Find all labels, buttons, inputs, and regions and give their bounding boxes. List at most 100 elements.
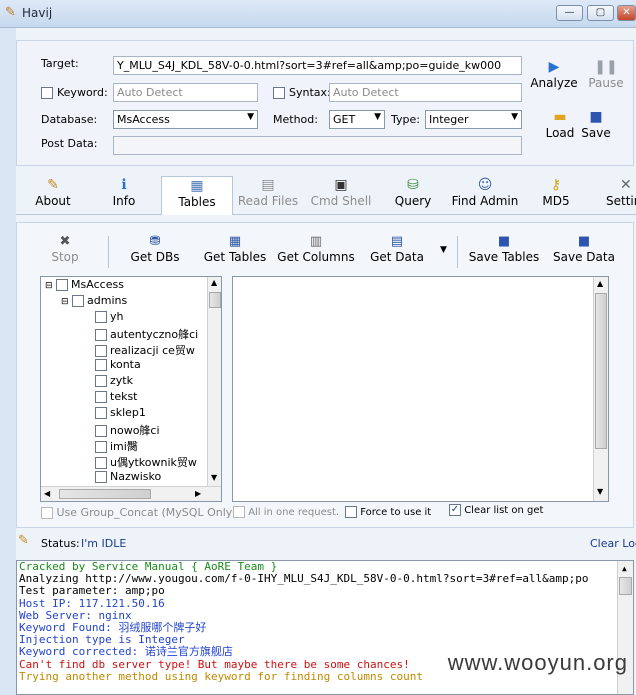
tree-column-item[interactable]: nowo艂ci xyxy=(95,422,160,438)
target-input[interactable]: Y_MLU_S4J_KDL_58V-0-0.html?sort=3#ref=al… xyxy=(113,56,522,75)
tab-read-files[interactable]: ▤ Read Files xyxy=(236,176,300,214)
save-data-button[interactable]: ■ Save Data xyxy=(552,233,616,269)
database-label: Database: xyxy=(41,113,98,126)
scroll-thumb[interactable] xyxy=(209,292,221,308)
chevron-down-icon: ▼ xyxy=(247,112,254,122)
tab-settings[interactable]: ✕Settin xyxy=(600,176,636,214)
get-columns-button[interactable]: ▥ Get Columns xyxy=(277,233,355,269)
tree-hscroll[interactable]: ◀ ▶ xyxy=(41,486,221,501)
tree-column-item[interactable]: u偶ytkownik贸w xyxy=(95,454,197,470)
load-button[interactable]: ▬ Load xyxy=(540,108,580,140)
scroll-up-icon[interactable]: ▲ xyxy=(622,563,627,575)
tree-column-item[interactable]: tekst xyxy=(95,390,138,406)
tab-md5[interactable]: ⚷ MD5 xyxy=(536,176,576,214)
save-button[interactable]: ■ Save xyxy=(580,108,612,140)
users-icon: ☺ xyxy=(477,177,493,193)
tree-checkbox[interactable] xyxy=(95,311,107,323)
clear-list-checkbox[interactable]: ✓ xyxy=(449,504,461,516)
syntax-input[interactable]: Auto Detect xyxy=(329,83,522,102)
toolbar-separator xyxy=(457,236,458,268)
get-dbs-button[interactable]: ⛃ Get DBs xyxy=(126,233,184,269)
tree-vscroll[interactable]: ▲ ▼ xyxy=(207,277,221,486)
group-concat-checkbox[interactable] xyxy=(41,507,53,519)
clear-log-link[interactable]: Clear Log xyxy=(590,537,636,550)
tables-tree[interactable]: ⊟ MsAccess ⊟ admins yh autentyczno艂ci real… xyxy=(40,276,222,502)
keyword-input[interactable]: Auto Detect xyxy=(113,83,258,102)
analyze-button[interactable]: ▶ Analyze xyxy=(530,58,578,90)
grid-vscroll[interactable]: ▲ ▼ xyxy=(593,277,608,501)
one-request-checkbox[interactable] xyxy=(233,506,245,518)
tree-column-item[interactable]: imi臋 xyxy=(95,438,138,454)
tree-checkbox[interactable] xyxy=(95,441,107,453)
minimize-button[interactable]: — xyxy=(556,5,583,21)
scroll-down-icon[interactable]: ▼ xyxy=(597,487,603,496)
get-tables-button[interactable]: ▦ Get Tables xyxy=(202,233,268,269)
tree-checkbox[interactable] xyxy=(95,457,107,469)
tree-column-item[interactable]: yh xyxy=(95,310,123,326)
force-option[interactable]: Force to use it xyxy=(345,506,431,518)
save-tables-button[interactable]: ■ Save Tables xyxy=(466,233,542,269)
tree-column-item[interactable]: Nazwisko xyxy=(95,470,161,486)
scroll-thumb[interactable] xyxy=(595,293,607,449)
tree-table-node[interactable]: ⊟ admins xyxy=(61,294,127,310)
clear-list-option[interactable]: ✓ Clear list on get xyxy=(449,504,543,516)
floppy-icon: ■ xyxy=(497,234,511,249)
maximize-button[interactable]: ▢ xyxy=(587,5,614,21)
tree-column-item[interactable]: sklep1 xyxy=(95,406,146,422)
tab-cmd-shell[interactable]: ▣ Cmd Shell xyxy=(309,176,373,214)
tree-checkbox[interactable] xyxy=(56,279,69,291)
group-concat-option[interactable]: Use Group_Concat (MySQL Only) xyxy=(41,506,237,519)
tree-column-label: imi臋 xyxy=(110,440,138,453)
pause-button[interactable]: ❚❚ Pause xyxy=(584,58,628,90)
get-data-button[interactable]: ▤ Get Data xyxy=(368,233,426,269)
tree-column-label: nowo艂ci xyxy=(110,424,160,437)
chevron-down-icon: ▼ xyxy=(374,112,381,122)
scroll-up-icon[interactable]: ▲ xyxy=(211,278,217,287)
scroll-up-icon[interactable]: ▲ xyxy=(597,279,603,288)
tree-checkbox[interactable] xyxy=(95,471,107,483)
one-request-option[interactable]: All in one request. xyxy=(233,506,339,518)
scroll-right-icon[interactable]: ▶ xyxy=(195,489,201,498)
tree-checkbox[interactable] xyxy=(95,375,107,387)
tree-checkbox[interactable] xyxy=(72,295,85,307)
tab-info[interactable]: ℹ Info xyxy=(104,176,144,214)
tree-column-item[interactable]: realizacji ce贸w xyxy=(95,342,195,358)
tree-column-item[interactable]: konta xyxy=(95,358,141,374)
tab-query[interactable]: ⛁ Query xyxy=(390,176,436,214)
scroll-thumb[interactable] xyxy=(619,577,632,595)
stop-button[interactable]: ✖ Stop xyxy=(46,233,84,269)
scroll-left-icon[interactable]: ◀ xyxy=(44,489,50,498)
tab-about[interactable]: ✎ About xyxy=(28,176,78,214)
window-title: Havij xyxy=(22,6,53,20)
keyword-checkbox[interactable] xyxy=(41,87,53,99)
force-checkbox[interactable] xyxy=(345,506,357,518)
tree-column-label: sklep1 xyxy=(110,406,146,419)
stop-icon: ✖ xyxy=(59,234,71,249)
log-line: Host IP: 117.121.50.16 xyxy=(19,596,165,610)
tree-checkbox[interactable] xyxy=(95,359,107,371)
folder-icon: ▬ xyxy=(553,109,567,125)
tree-column-label: zytk xyxy=(110,374,133,387)
tab-tables[interactable]: ▦ Tables xyxy=(161,176,233,215)
tree-checkbox[interactable] xyxy=(95,329,107,341)
close-icon: ✕ xyxy=(622,7,631,18)
tree-checkbox[interactable] xyxy=(95,391,107,403)
tree-checkbox[interactable] xyxy=(95,407,107,419)
data-grid[interactable]: ▲ ▼ xyxy=(232,276,609,502)
method-select[interactable]: GET ▼ xyxy=(329,110,385,129)
type-select[interactable]: Integer ▼ xyxy=(425,110,522,129)
tree-column-item[interactable]: autentyczno艂ci xyxy=(95,326,198,342)
scroll-thumb[interactable] xyxy=(59,489,151,499)
scroll-down-icon[interactable]: ▼ xyxy=(211,473,217,482)
info-icon: ℹ xyxy=(121,177,127,193)
tab-find-admin[interactable]: ☺ Find Admin xyxy=(448,176,522,214)
tree-checkbox[interactable] xyxy=(95,425,107,437)
syntax-checkbox[interactable] xyxy=(273,87,285,99)
tree-column-item[interactable]: zytk xyxy=(95,374,133,390)
database-select[interactable]: MsAccess ▼ xyxy=(113,110,258,129)
tree-checkbox[interactable] xyxy=(95,345,107,357)
get-data-dropdown-icon[interactable]: ▼ xyxy=(440,245,447,255)
postdata-input[interactable] xyxy=(113,136,522,155)
close-button[interactable]: ✕ xyxy=(617,5,636,21)
tree-root[interactable]: ⊟ MsAccess xyxy=(45,278,124,294)
